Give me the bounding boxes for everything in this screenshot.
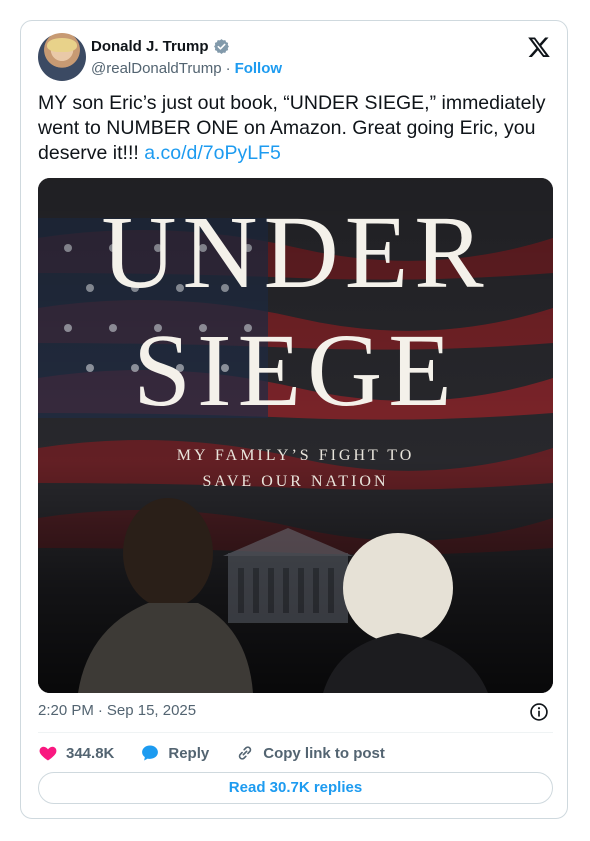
tweet-card: Donald J. Trump @realDonaldTrump · Follo… — [20, 20, 568, 819]
reply-label: Reply — [168, 744, 210, 762]
tweet-text: MY son Eric’s just out book, “UNDER SIEG… — [38, 91, 548, 166]
handle-separator: · — [225, 60, 231, 77]
tweet-actions: 344.8K Reply Copy link to post — [38, 742, 411, 764]
heart-icon — [39, 746, 57, 761]
cover-title-line1: UNDER — [101, 195, 490, 310]
author-avatar[interactable] — [38, 33, 86, 81]
cover-subtitle-line1: MY FAMILY’S FIGHT TO — [176, 447, 415, 464]
book-cover-image[interactable]: UNDER SIEGE MY FAMILY’S FIGHT TO SAVE OU… — [38, 178, 553, 693]
reply-bubble-icon — [142, 745, 159, 761]
tweet-timestamp[interactable]: 2:20 PM · Sep 15, 2025 — [38, 702, 196, 719]
tweet-date: Sep 15, 2025 — [106, 702, 197, 719]
copy-link-label: Copy link to post — [263, 744, 385, 762]
copy-link-button[interactable]: Copy link to post — [235, 743, 385, 763]
timestamp-separator: · — [97, 702, 103, 719]
tweet-body: MY son Eric’s just out book, “UNDER SIEG… — [38, 92, 546, 164]
link-icon — [239, 746, 252, 760]
author-name[interactable]: Donald J. Trump — [91, 38, 209, 55]
author-handle[interactable]: @realDonaldTrump — [91, 60, 222, 77]
author-name-row: Donald J. Trump — [91, 38, 230, 55]
info-icon[interactable] — [529, 702, 549, 722]
like-count: 344.8K — [66, 744, 115, 762]
verified-badge-icon — [213, 39, 229, 54]
like-button[interactable]: 344.8K — [38, 743, 114, 763]
avatar-hair — [47, 38, 77, 52]
follow-button[interactable]: Follow — [235, 60, 283, 77]
tweet-time: 2:20 PM — [38, 702, 94, 719]
divider — [38, 732, 553, 733]
reply-button[interactable]: Reply — [140, 743, 209, 763]
cover-subtitle-line2: SAVE OUR NATION — [202, 473, 389, 490]
read-replies-button[interactable]: Read 30.7K replies — [38, 772, 553, 804]
cover-title-line2: SIEGE — [133, 313, 458, 428]
author-handle-row: @realDonaldTrump · Follow — [91, 60, 282, 77]
x-logo-icon[interactable] — [527, 35, 551, 59]
tweet-link[interactable]: a.co/d/7oPyLF5 — [144, 142, 281, 164]
